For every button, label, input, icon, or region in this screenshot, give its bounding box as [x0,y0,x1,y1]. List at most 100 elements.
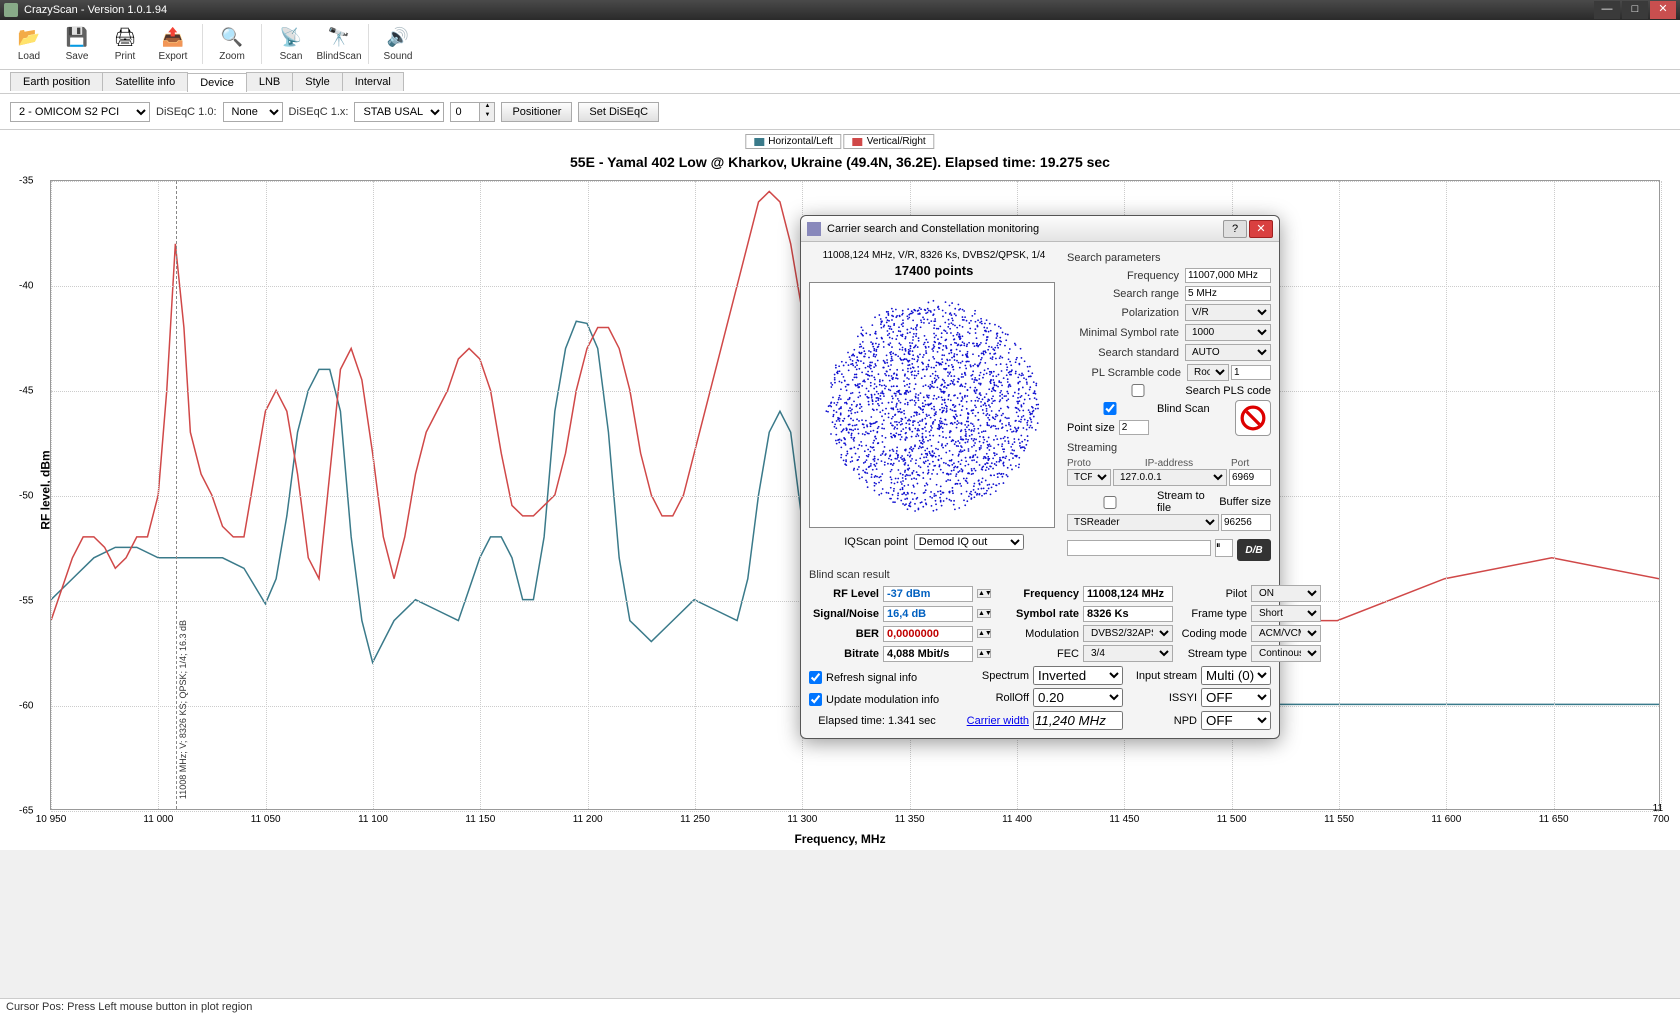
refresh-signal-checkbox[interactable] [809,671,822,684]
update-modulation-checkbox[interactable] [809,693,822,706]
carrier-width-link[interactable]: Carrier width [949,715,1029,727]
iqscan-select[interactable]: Demod IQ out [914,534,1024,550]
device-select[interactable]: 2 - OMICOM S2 PCI [10,102,150,122]
legend-swatch-icon [754,138,764,146]
frequency-result: 11008,124 MHz [1083,586,1173,602]
close-button[interactable]: ✕ [1650,1,1676,19]
spin-up-icon[interactable]: ▲ [480,103,494,112]
spin-icon[interactable]: ▲▼ [977,589,991,598]
coding-mode-select[interactable]: ACM/VCM [1251,625,1321,642]
issyi-select[interactable]: OFF [1201,688,1271,707]
tab-lnb[interactable]: LNB [246,72,293,91]
bitrate-value: 4,088 Mbit/s [883,646,973,662]
dialog-titlebar[interactable]: Carrier search and Constellation monitor… [801,216,1279,242]
pls-mode-select[interactable]: Root [1187,364,1229,381]
point-size-input[interactable] [1119,420,1149,435]
spin-icon[interactable]: ▲▼ [977,629,991,638]
modulation-select[interactable]: DVBS2/32APSK [1083,625,1173,642]
constellation-header: 11008,124 MHz, V/R, 8326 Ks, DVBS2/QPSK,… [809,250,1059,261]
input-stream-select[interactable]: Multi (0) [1201,666,1271,685]
ip-select[interactable]: 127.0.0.1 [1113,469,1227,486]
chart-legend: Horizontal/Left Vertical/Right [745,134,934,149]
search-range-input[interactable] [1185,286,1271,301]
dialog-close-button[interactable]: ✕ [1249,220,1273,238]
spectrum-select[interactable]: Inverted [1033,666,1123,685]
legend-swatch-icon [853,138,863,146]
tab-interval[interactable]: Interval [342,72,404,91]
progress-bar [1067,540,1211,556]
dvb-logo-icon: D/B [1237,539,1271,561]
frequency-input[interactable] [1185,268,1271,283]
tab-earth-position[interactable]: Earth position [10,72,103,91]
pilot-select[interactable]: ON [1251,585,1321,602]
fec-select[interactable]: 3/4 [1083,645,1173,662]
polarization-select[interactable]: V/R [1185,304,1271,321]
carrier-search-dialog: Carrier search and Constellation monitor… [800,215,1280,739]
stop-icon [1240,405,1266,431]
diseqc1x-label: DiSEqC 1.x: [289,106,349,118]
minimize-button[interactable]: — [1594,1,1620,19]
signal-noise-value: 16,4 dB [883,606,973,622]
tab-satellite-info[interactable]: Satellite info [102,72,188,91]
diseqc10-select[interactable]: None [223,102,283,122]
window-title: CrazyScan - Version 1.0.1.94 [24,4,1592,16]
tsreader-select[interactable]: TSReader [1067,514,1219,531]
positioner-button[interactable]: Positioner [501,102,572,122]
search-standard-select[interactable]: AUTO [1185,344,1271,361]
separator [202,24,203,64]
save-button[interactable]: 💾Save [54,22,100,64]
results-label: Blind scan result [809,569,1271,581]
pls-code-input[interactable] [1231,365,1271,380]
set-diseqc-button[interactable]: Set DiSEqC [578,102,659,122]
dialog-title: Carrier search and Constellation monitor… [827,223,1221,235]
frame-type-select[interactable]: Short [1251,605,1321,622]
carrier-width-input[interactable] [1033,711,1123,730]
maximize-button[interactable]: □ [1622,1,1648,19]
rolloff-select[interactable]: 0.20 [1033,688,1123,707]
export-button[interactable]: 📤Export [150,22,196,64]
ber-value: 0,0000000 [883,626,973,642]
scan-icon: 📡 [277,24,305,50]
chart-title: 55E - Yamal 402 Low @ Kharkov, Ukraine (… [0,154,1680,170]
config-tabs: Earth position Satellite info Device LNB… [0,70,1680,94]
npd-select[interactable]: OFF [1201,711,1271,730]
scan-button[interactable]: 📡Scan [268,22,314,64]
spin-icon[interactable]: ▲▼ [977,649,991,658]
pause-button[interactable]: ⏸ [1215,539,1233,557]
iqscan-label: IQScan point [844,536,908,548]
buffer-size-input[interactable] [1221,514,1271,531]
tab-style[interactable]: Style [292,72,342,91]
stop-button[interactable] [1235,400,1271,436]
zoom-button[interactable]: 🔍Zoom [209,22,255,64]
app-icon [4,3,18,17]
magnifier-icon: 🔍 [218,24,246,50]
diseqc1x-select[interactable]: STAB USALS [354,102,444,122]
floppy-icon: 💾 [63,24,91,50]
constellation-point-count: 17400 points [809,263,1059,278]
load-button[interactable]: 📂Load [6,22,52,64]
speaker-icon: 🔊 [384,24,412,50]
blindscan-button[interactable]: 🔭BlindScan [316,22,362,64]
legend-vertical: Vertical/Right [844,134,935,149]
stream-to-file-checkbox[interactable] [1067,496,1153,509]
search-pls-checkbox[interactable] [1095,384,1181,397]
folder-open-icon: 📂 [15,24,43,50]
dialog-help-button[interactable]: ? [1223,220,1247,238]
dialog-icon [807,222,821,236]
min-symbol-rate-select[interactable]: 1000 [1185,324,1271,341]
blindscan-checkbox[interactable] [1067,402,1153,415]
blindscan-icon: 🔭 [325,24,353,50]
export-icon: 📤 [159,24,187,50]
print-button[interactable]: 🖨Print [102,22,148,64]
stream-type-select[interactable]: Continous [1251,645,1321,662]
proto-select[interactable]: TCP [1067,469,1111,486]
printer-icon: 🖨 [111,24,139,50]
position-spinner[interactable]: ▲▼ [450,102,495,122]
streaming-label: Streaming [1067,442,1271,454]
spin-down-icon[interactable]: ▼ [480,112,494,121]
spin-icon[interactable]: ▲▼ [977,609,991,618]
port-input[interactable] [1229,469,1271,486]
separator [261,24,262,64]
tab-device[interactable]: Device [187,73,247,92]
sound-button[interactable]: 🔊Sound [375,22,421,64]
